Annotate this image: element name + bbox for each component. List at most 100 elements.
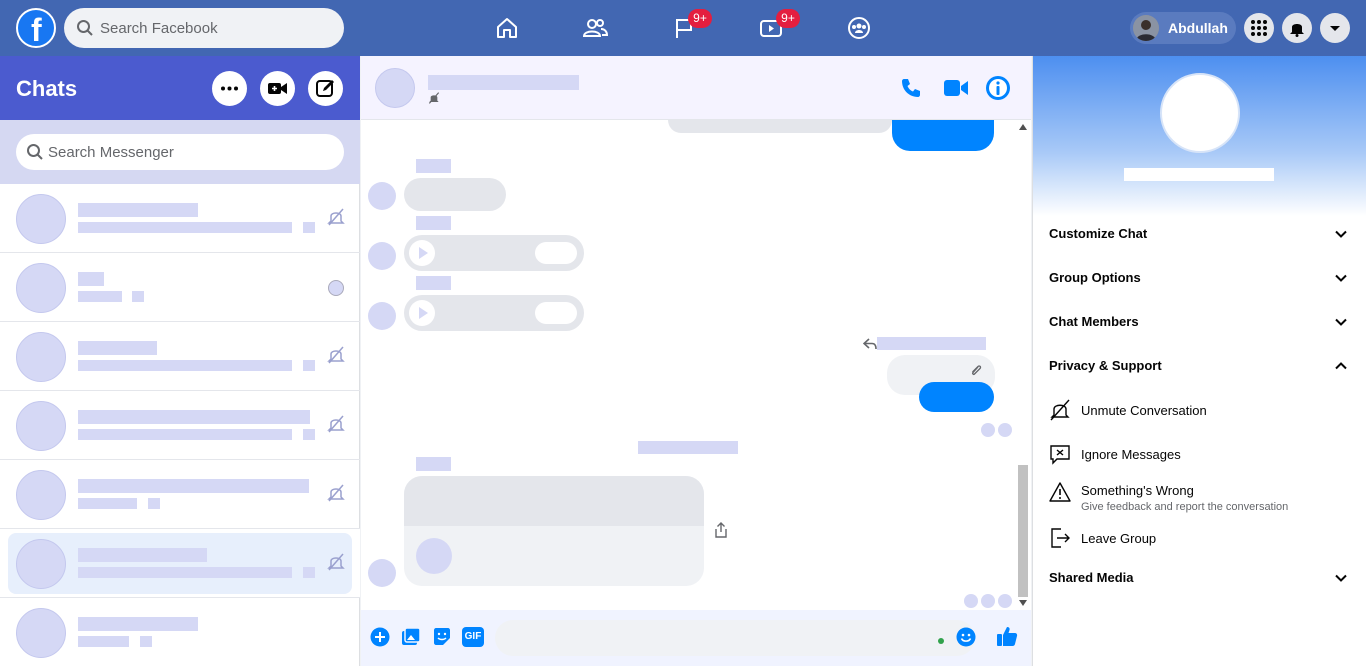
- chat-name-redacted: [78, 203, 198, 217]
- avatar: [16, 332, 66, 382]
- unmute-conversation-item[interactable]: Unmute Conversation: [1049, 399, 1349, 423]
- chat-list-item[interactable]: [0, 253, 360, 322]
- avatar: [16, 608, 66, 658]
- muted-bell-icon: [327, 415, 345, 433]
- avatar[interactable]: [375, 68, 415, 108]
- profile-photo-icon: [1133, 15, 1159, 41]
- leave-group-item[interactable]: Leave Group: [1049, 527, 1349, 551]
- ignore-messages-item[interactable]: Ignore Messages: [1049, 443, 1349, 467]
- sender-name-redacted: [416, 276, 451, 290]
- reply-icon: [863, 338, 877, 350]
- card-avatar: [416, 538, 452, 574]
- emoji-icon[interactable]: [956, 627, 976, 647]
- shared-post-card[interactable]: [404, 476, 704, 586]
- chats-options-button[interactable]: [212, 71, 247, 106]
- group-avatar[interactable]: [1160, 73, 1240, 153]
- sender-avatar: [368, 182, 396, 210]
- scrollbar-thumb[interactable]: [1018, 465, 1028, 597]
- voice-message[interactable]: [404, 235, 584, 271]
- search-icon: [77, 20, 93, 36]
- top-navbar: f 9+ 9+ Abdullah: [0, 0, 1366, 56]
- facebook-logo[interactable]: f: [16, 8, 56, 48]
- new-message-button[interactable]: [308, 71, 343, 106]
- groups-icon[interactable]: [845, 14, 873, 42]
- play-button[interactable]: [409, 240, 435, 266]
- leave-door-icon: [1051, 528, 1070, 548]
- chat-preview-redacted: [78, 291, 122, 302]
- voice-message[interactable]: [404, 295, 584, 331]
- profile-chip[interactable]: Abdullah: [1130, 12, 1236, 44]
- timestamp-redacted: [638, 441, 738, 454]
- play-button[interactable]: [409, 300, 435, 326]
- section-chat-members[interactable]: Chat Members: [1049, 310, 1349, 334]
- avatar: [16, 539, 66, 589]
- chat-name-redacted: [78, 617, 198, 631]
- chat-list-item[interactable]: [0, 598, 360, 666]
- search-icon: [27, 144, 43, 160]
- muted-bell-icon: [327, 484, 345, 502]
- apps-grid-icon: [1251, 20, 1267, 36]
- video-call-icon[interactable]: [943, 76, 969, 100]
- share-icon[interactable]: [714, 522, 728, 538]
- section-shared-media[interactable]: Shared Media: [1049, 566, 1349, 590]
- received-message-bubble[interactable]: [404, 178, 506, 211]
- chat-list-item[interactable]: [0, 391, 360, 460]
- chat-time-redacted: [303, 429, 315, 440]
- message-text-field[interactable]: [495, 620, 975, 656]
- chat-list-item-active[interactable]: [0, 529, 360, 598]
- info-icon[interactable]: [985, 75, 1011, 101]
- messenger-search-area: [0, 120, 360, 184]
- watch-badge: 9+: [776, 9, 800, 28]
- chat-time-redacted: [303, 222, 315, 233]
- sent-message-bubble[interactable]: [892, 120, 994, 151]
- chats-sidebar: Chats: [0, 56, 360, 666]
- message-input[interactable]: [495, 620, 975, 656]
- chat-list-item[interactable]: [0, 184, 360, 253]
- something-wrong-item[interactable]: Something's Wrong Give feedback and repo…: [1049, 481, 1349, 517]
- item-sublabel: Give feedback and report the conversatio…: [1081, 501, 1289, 513]
- video-plus-icon: [268, 83, 287, 94]
- conversation-header: [361, 56, 1031, 120]
- messenger-search-input[interactable]: [48, 134, 338, 170]
- scroll-up-arrow-icon[interactable]: [1019, 124, 1027, 130]
- friends-icon[interactable]: [581, 14, 609, 42]
- menu-button[interactable]: [1244, 13, 1274, 43]
- chat-preview-redacted: [78, 636, 129, 647]
- chat-preview-redacted: [78, 429, 292, 440]
- caret-down-icon: [1330, 26, 1340, 31]
- chevron-down-icon: [1335, 574, 1347, 582]
- chat-list-item[interactable]: [0, 460, 360, 529]
- read-receipt: [981, 423, 995, 437]
- like-thumb-icon[interactable]: [995, 624, 1019, 648]
- active-dot: [938, 638, 944, 644]
- account-button[interactable]: [1320, 13, 1350, 43]
- messenger-search[interactable]: [16, 134, 344, 170]
- section-privacy-support[interactable]: Privacy & Support: [1049, 354, 1349, 378]
- chat-name-redacted: [78, 410, 310, 424]
- gif-button[interactable]: GIF: [462, 627, 484, 647]
- chat-name-redacted: [78, 479, 309, 493]
- home-icon[interactable]: [493, 14, 521, 42]
- new-room-button[interactable]: [260, 71, 295, 106]
- plus-circle-icon[interactable]: [370, 627, 390, 647]
- chevron-up-icon: [1335, 362, 1347, 370]
- chat-preview-redacted: [78, 498, 137, 509]
- group-name-redacted: [1124, 168, 1274, 181]
- sticker-icon[interactable]: [432, 627, 452, 647]
- chat-preview-redacted: [78, 222, 292, 233]
- photo-icon[interactable]: [401, 627, 421, 647]
- chat-info-panel: Customize Chat Group Options Chat Member…: [1032, 56, 1366, 666]
- phone-icon[interactable]: [899, 76, 923, 100]
- facebook-search[interactable]: [64, 8, 344, 48]
- notifications-button[interactable]: [1282, 13, 1312, 43]
- scroll-down-arrow-icon[interactable]: [1019, 600, 1027, 606]
- facebook-search-input[interactable]: [100, 8, 336, 48]
- conversation-name-redacted: [428, 75, 579, 90]
- section-group-options[interactable]: Group Options: [1049, 266, 1349, 290]
- section-customize-chat[interactable]: Customize Chat: [1049, 222, 1349, 246]
- sender-avatar: [368, 559, 396, 587]
- chat-list-item[interactable]: [0, 322, 360, 391]
- chat-preview-redacted: [78, 360, 292, 371]
- section-label: Group Options: [1049, 270, 1141, 285]
- sent-message-bubble[interactable]: [919, 382, 994, 412]
